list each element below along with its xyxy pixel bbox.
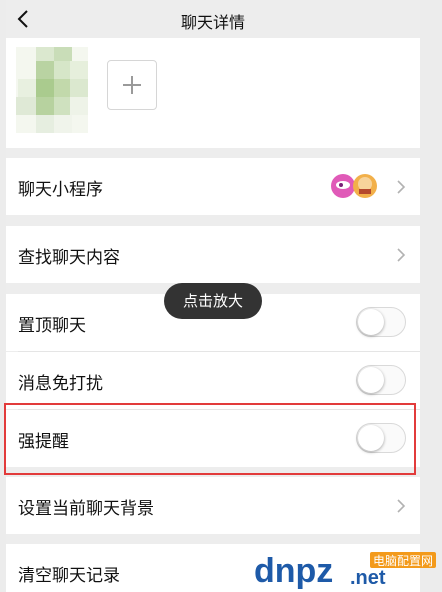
top-bar: 聊天详情 — [6, 0, 420, 38]
strong-reminder-highlight-box — [4, 403, 416, 475]
toggle-knob — [358, 309, 384, 335]
page-title: 聊天详情 — [180, 13, 245, 32]
mini-program-icons — [331, 174, 377, 198]
row-mini-programs[interactable]: 聊天小程序 — [6, 158, 420, 215]
pin-chat-toggle[interactable] — [356, 307, 406, 337]
site-watermark-logo: dnpz .net 电脑配置网 — [254, 552, 436, 590]
row-search-chat-content[interactable]: 查找聊天内容 — [6, 226, 420, 283]
search-chat-content-label: 查找聊天内容 — [18, 248, 120, 268]
mini-programs-label: 聊天小程序 — [18, 180, 103, 200]
member-avatar[interactable] — [16, 47, 88, 133]
watermark-brand: dnpz — [254, 552, 333, 590]
chevron-right-icon — [397, 499, 406, 513]
row-set-chat-background[interactable]: 设置当前聊天背景 — [6, 477, 420, 534]
chat-details-screen: 聊天详情 聊天小程序 查找聊天内容 置顶聊天 消息免打扰 强提醒 设置当前聊天背… — [6, 0, 420, 592]
watermark-suffix: .net — [350, 567, 386, 589]
chevron-right-icon — [397, 180, 406, 194]
set-chat-background-label: 设置当前聊天背景 — [18, 499, 154, 519]
pin-chat-label: 置顶聊天 — [18, 316, 86, 336]
mute-notifications-toggle[interactable] — [356, 365, 406, 395]
chevron-right-icon — [397, 248, 406, 262]
add-member-button[interactable] — [107, 60, 157, 110]
members-section — [6, 38, 420, 148]
toggle-knob — [358, 367, 384, 393]
mute-notifications-label: 消息免打扰 — [18, 374, 103, 394]
clear-chat-history-label: 清空聊天记录 — [18, 566, 120, 586]
row-mute-notifications: 消息免打扰 — [6, 352, 420, 409]
tap-to-zoom-tooltip: 点击放大 — [164, 283, 262, 319]
watermark-tag: 电脑配置网 — [373, 554, 433, 568]
